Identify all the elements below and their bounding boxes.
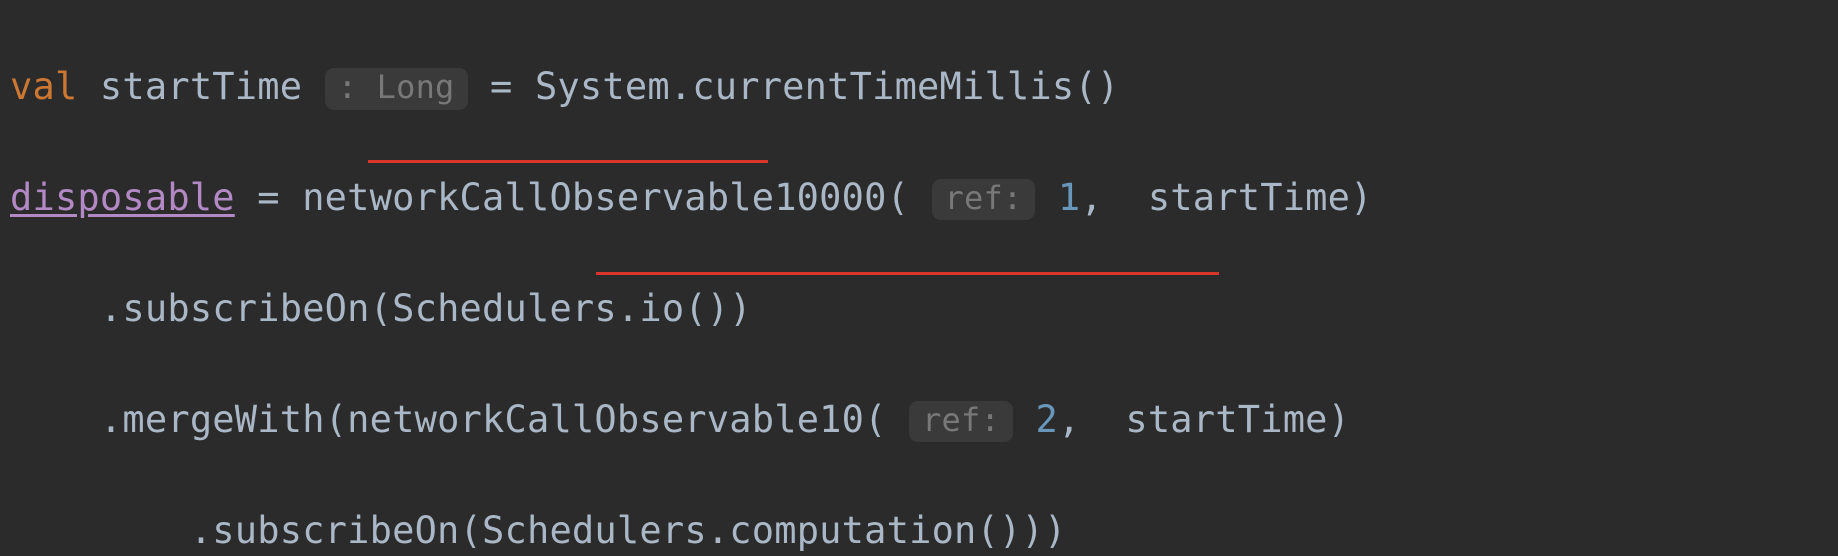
error-underline <box>368 160 768 163</box>
param-hint: ref: <box>932 179 1036 220</box>
code-editor[interactable]: val startTime : Long = System.currentTim… <box>0 0 1838 556</box>
code-line: .mergeWith(networkCallObservable10( ref:… <box>10 392 1828 447</box>
code-line: disposable = networkCallObservable10000(… <box>10 170 1828 225</box>
keyword-val: val <box>10 65 77 108</box>
identifier: startTime <box>100 65 302 108</box>
param-hint: ref: <box>909 401 1013 442</box>
code-line: .subscribeOn(Schedulers.io()) <box>10 281 1828 336</box>
type-hint: : Long <box>325 68 468 109</box>
code-line: .subscribeOn(Schedulers.computation())) <box>10 503 1828 556</box>
error-underline <box>596 272 1219 275</box>
field-ref: disposable <box>10 176 235 219</box>
code-line: val startTime : Long = System.currentTim… <box>10 59 1828 114</box>
